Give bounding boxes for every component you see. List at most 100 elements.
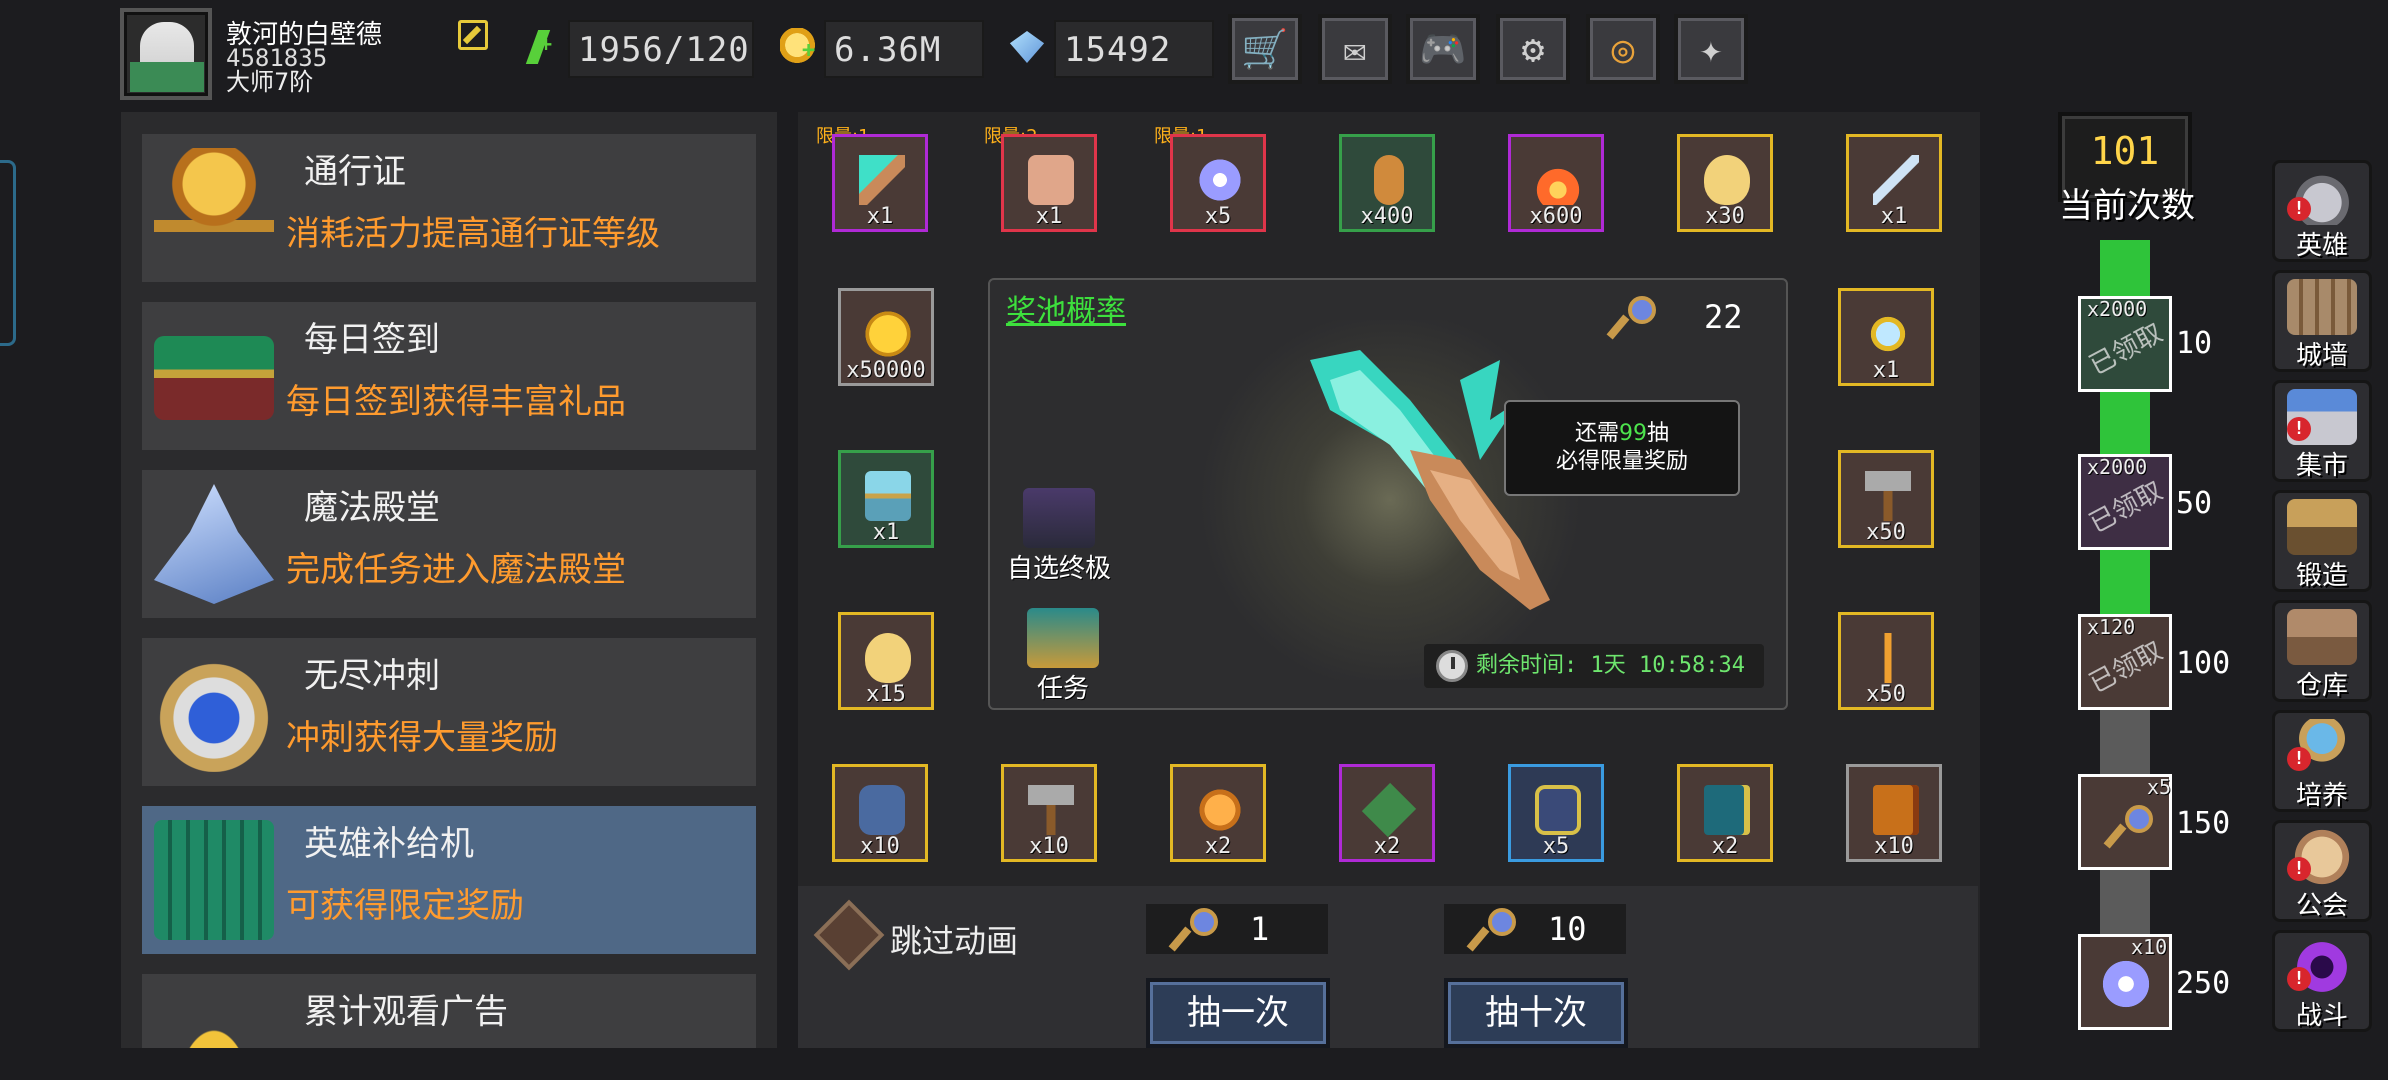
reward-item-hammer[interactable]: x50 <box>1838 450 1934 548</box>
menu-title: 累计观看广告 <box>304 992 508 1032</box>
nav-wall[interactable]: 城墙 <box>2272 270 2372 372</box>
milestone-reward-250[interactable]: x10 <box>2078 934 2172 1030</box>
item-quantity: x2 <box>1711 834 1739 859</box>
menu-item-magic-hall[interactable]: 魔法殿堂 完成任务进入魔法殿堂 <box>142 470 756 618</box>
reward-item-chest[interactable]: x1 <box>838 450 934 548</box>
key-count: 22 <box>1704 298 1743 336</box>
rune-icon <box>1361 782 1417 838</box>
left-edge-tab[interactable] <box>0 160 16 346</box>
reward-item-flame[interactable]: x600 <box>1508 134 1604 232</box>
feather-icon <box>1865 633 1911 683</box>
key-icon <box>2107 803 2153 847</box>
timer-text: 剩余时间: 1天 10:58:34 <box>1476 653 1745 678</box>
reward-item-tome-teal[interactable]: x2 <box>1677 764 1773 862</box>
item-quantity: x1 <box>1872 358 1900 383</box>
player-avatar[interactable] <box>120 8 212 100</box>
pool-odds-link[interactable]: 奖池概率 <box>1006 286 1126 330</box>
hammer-icon <box>1865 471 1911 521</box>
reward-item-rune-green[interactable]: x2 <box>1339 764 1435 862</box>
crystal-icon <box>2099 957 2153 1011</box>
nav-heroes[interactable]: ! 英雄 <box>2272 160 2372 262</box>
milestone-threshold: 100 <box>2176 646 2231 681</box>
item-quantity: x2 <box>1204 834 1232 859</box>
menu-item-ad-rewards[interactable]: 累计观看广告 <box>142 974 756 1048</box>
gold-icon[interactable] <box>780 28 818 66</box>
milestone-reward-10[interactable]: x2000 已领取 <box>2078 296 2172 392</box>
edit-name-icon[interactable] <box>458 20 488 50</box>
reward-item-feather[interactable]: x50 <box>1838 612 1934 710</box>
nav-forge[interactable]: 锻造 <box>2272 490 2372 592</box>
menu-item-pass[interactable]: 通行证 消耗活力提高通行证等级 <box>142 134 756 282</box>
shop-button[interactable]: 🛒 <box>1228 14 1302 84</box>
crystal-palace-icon <box>154 484 274 604</box>
menu-item-hero-supply[interactable]: 英雄补给机 可获得限定奖励 <box>142 806 756 954</box>
item-quantity: x1 <box>1035 204 1063 229</box>
reward-item-tome-orange[interactable]: x10 <box>1846 764 1942 862</box>
alert-badge: ! <box>2287 747 2311 771</box>
item-quantity: x2 <box>1373 834 1401 859</box>
reward-item-armor[interactable]: x1 <box>1001 134 1097 232</box>
choose-ultimate-button[interactable]: 自选终极 <box>1004 488 1114 585</box>
nav-market[interactable]: ! 集市 <box>2272 380 2372 482</box>
energy-icon[interactable] <box>522 28 560 66</box>
item-quantity: x10 <box>860 834 900 859</box>
reward-item-mace[interactable]: x10 <box>1001 764 1097 862</box>
crystal-icon <box>1197 155 1243 205</box>
milestone-threshold: 150 <box>2176 806 2231 841</box>
reward-item-sword[interactable]: x1 <box>832 134 928 232</box>
reward-item-medal[interactable]: x2 <box>1170 764 1266 862</box>
anvil-icon <box>2287 499 2357 555</box>
alert-badge: ! <box>2287 857 2311 881</box>
skip-animation-checkbox[interactable] <box>813 899 885 971</box>
key-icon <box>1172 906 1218 950</box>
nav-battle[interactable]: ! 战斗 <box>2272 930 2372 1032</box>
clock-icon <box>1436 650 1468 682</box>
tip-line2: 必得限量奖励 <box>1555 449 1688 474</box>
item-quantity: x5 <box>1542 834 1570 859</box>
firework-button[interactable]: ✦ <box>1674 14 1748 84</box>
wizard-icon <box>1023 488 1095 548</box>
gamepad-icon: 🎮 <box>1419 26 1467 71</box>
nav-warehouse[interactable]: 仓库 <box>2272 600 2372 702</box>
menu-item-endless-sprint[interactable]: 无尽冲刺 冲刺获得大量奖励 <box>142 638 756 786</box>
egg-icon <box>1704 155 1750 205</box>
draw-ten-button[interactable]: 抽十次 <box>1444 978 1628 1048</box>
reward-item-ore[interactable]: x10 <box>832 764 928 862</box>
dagger-icon <box>1873 155 1919 205</box>
gem-icon[interactable] <box>1009 31 1045 63</box>
gamepad-button[interactable]: 🎮 <box>1406 14 1480 84</box>
armor-icon <box>1028 155 1074 205</box>
task-button[interactable]: 任务 <box>1018 608 1108 705</box>
reward-item-dagger[interactable]: x1 <box>1846 134 1942 232</box>
mail-button[interactable]: ✉ <box>1318 14 1392 84</box>
color-wheel-button[interactable]: ◎ <box>1586 14 1660 84</box>
reward-item-egg[interactable]: x15 <box>838 612 934 710</box>
milestone-reward-150[interactable]: x5 <box>2078 774 2172 870</box>
nav-guild[interactable]: ! 公会 <box>2272 820 2372 922</box>
nav-cultivate[interactable]: ! 培养 <box>2272 710 2372 812</box>
draw-once-button[interactable]: 抽一次 <box>1146 978 1330 1048</box>
milestone-reward-50[interactable]: x2000 已领取 <box>2078 454 2172 550</box>
draw-ten-cost: 10 <box>1444 904 1626 954</box>
menu-item-daily-signin[interactable]: 每日签到 每日签到获得丰富礼品 <box>142 302 756 450</box>
skip-animation-label: 跳过动画 <box>890 922 1019 960</box>
reward-item-crystal[interactable]: x5 <box>1170 134 1266 232</box>
nav-label: 仓库 <box>2295 671 2348 701</box>
gold-value: 6.36M <box>824 20 984 78</box>
chest-icon <box>865 471 911 521</box>
settings-button[interactable]: ⚙ <box>1496 14 1570 84</box>
pity-tooltip: 还需99抽 必得限量奖励 <box>1504 400 1740 496</box>
cost-value: 1 <box>1250 910 1270 948</box>
milestone-count: x5 <box>2147 775 2172 799</box>
reward-item-gold-coin[interactable]: x50000 <box>838 288 934 386</box>
milestone-count: x2000 <box>2087 297 2148 321</box>
milestone-reward-100[interactable]: x120 已领取 <box>2078 614 2172 710</box>
golden-chalice-icon <box>154 148 274 268</box>
reward-item-gem-frame[interactable]: x1 <box>1838 288 1934 386</box>
item-quantity: x50 <box>1866 520 1906 545</box>
reward-item-bone[interactable]: x400 <box>1339 134 1435 232</box>
reward-item-rune-blue[interactable]: x5 <box>1508 764 1604 862</box>
crest-shield-icon <box>154 652 274 772</box>
reward-item-egg[interactable]: x30 <box>1677 134 1773 232</box>
menu-title: 英雄补给机 <box>304 824 474 864</box>
